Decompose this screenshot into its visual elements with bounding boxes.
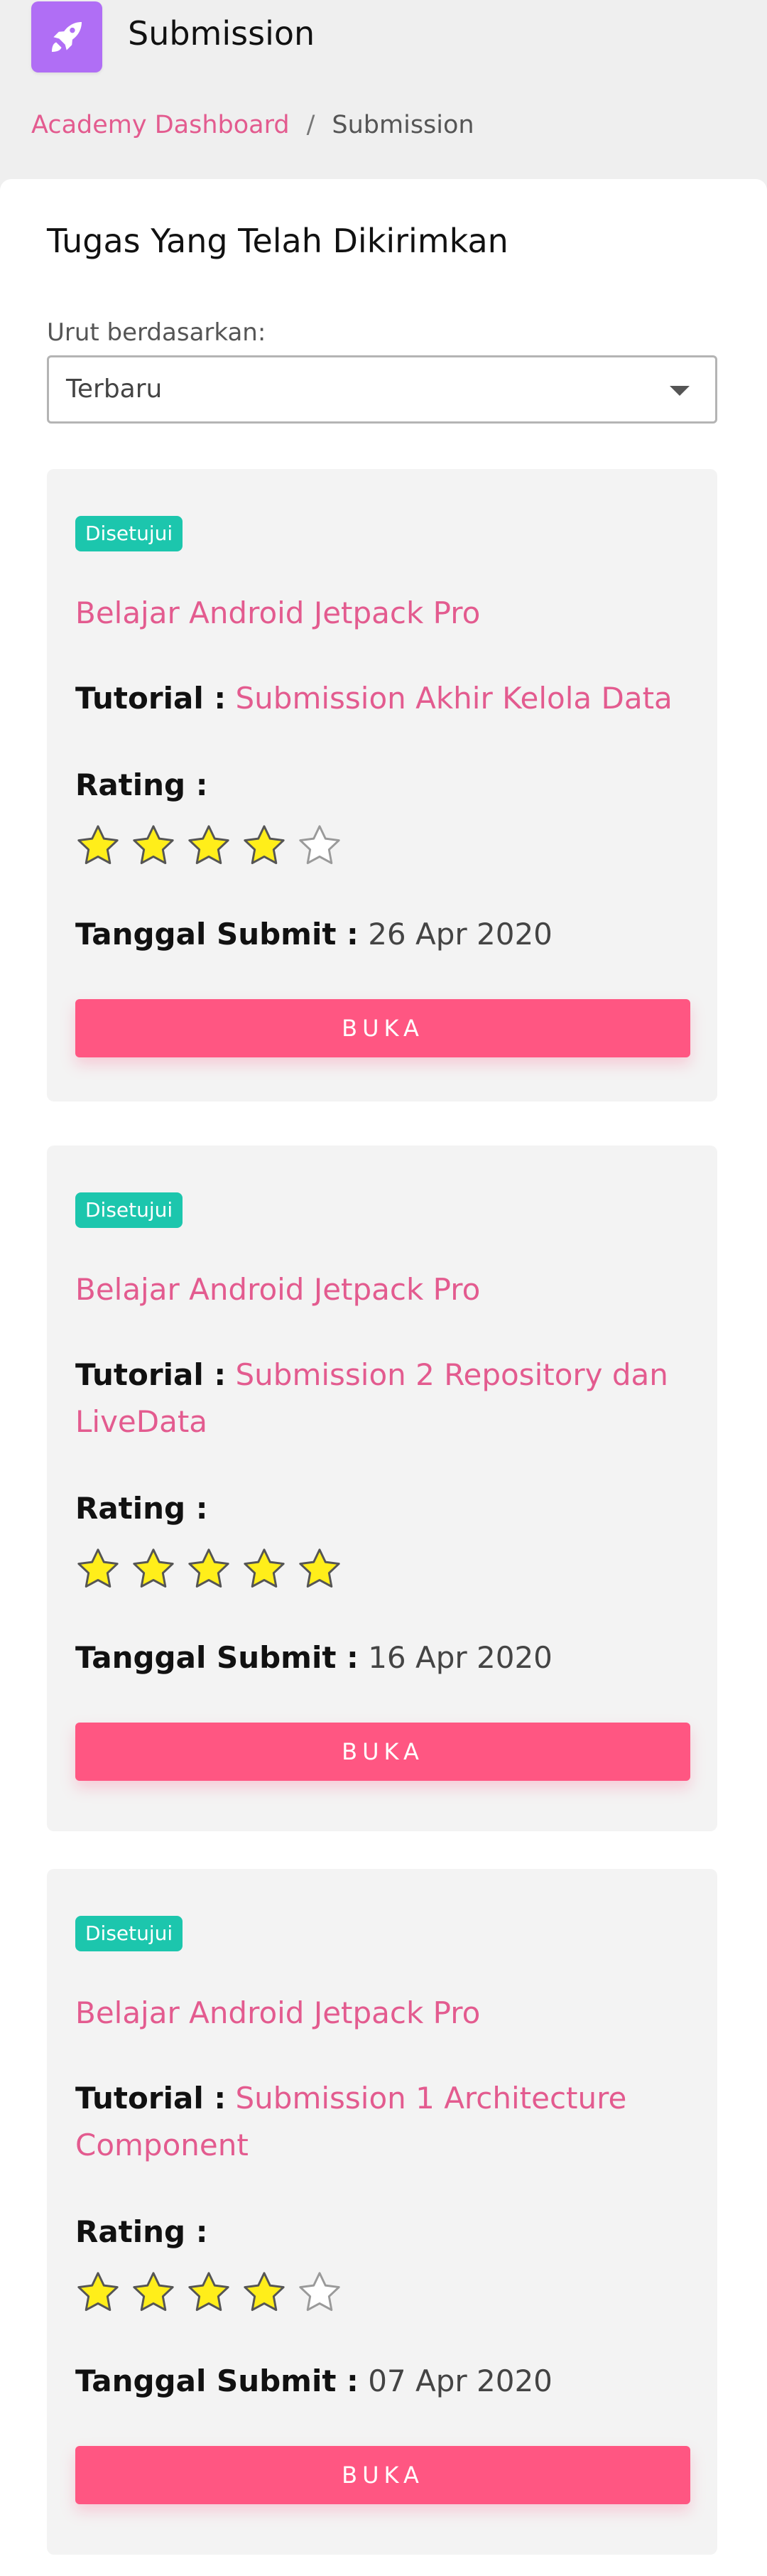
rocket-icon [31,1,102,72]
course-link[interactable]: Belajar Android Jetpack Pro [75,1995,480,2030]
star-filled-icon [186,2270,232,2315]
tutorial-label: Tutorial : [75,1357,227,1392]
course-link[interactable]: Belajar Android Jetpack Pro [75,1272,480,1307]
tutorial-line: Tutorial : Submission 1 Architecture Com… [75,2075,686,2169]
star-filled-icon [75,2270,121,2315]
submit-date-value: 26 Apr 2020 [368,917,553,952]
open-button[interactable]: BUKA [75,2446,690,2504]
breadcrumb-dashboard-link[interactable]: Academy Dashboard [31,111,290,139]
tutorial-label: Tutorial : [75,681,227,716]
course-link[interactable]: Belajar Android Jetpack Pro [75,596,480,630]
rating-stars [75,2270,342,2315]
submit-date-label: Tanggal Submit : [75,2364,359,2398]
section-title: Tugas Yang Telah Dikirimkan [47,222,508,260]
tutorial-line: Tutorial : Submission Akhir Kelola Data [75,675,686,722]
submission-card: Disetujui Belajar Android Jetpack Pro Tu… [47,1869,717,2555]
star-filled-icon [131,1546,176,1592]
star-empty-icon [297,823,342,868]
status-badge: Disetujui [75,1916,183,1951]
sort-select[interactable]: Terbaru [47,355,717,424]
star-filled-icon [131,2270,176,2315]
app-header: Submission Academy Dashboard / Submissio… [0,0,767,178]
star-filled-icon [241,1546,287,1592]
star-filled-icon [297,1546,342,1592]
breadcrumb: Academy Dashboard / Submission [31,111,474,139]
star-filled-icon [241,2270,287,2315]
submit-date-line: Tanggal Submit : 07 Apr 2020 [75,2364,553,2398]
rating-stars [75,823,342,868]
submit-date-line: Tanggal Submit : 26 Apr 2020 [75,917,553,952]
rating-label: Rating : [75,1491,208,1526]
submit-date-value: 07 Apr 2020 [368,2364,553,2398]
tutorial-line: Tutorial : Submission 2 Repository dan L… [75,1352,686,1445]
tutorial-link[interactable]: Submission Akhir Kelola Data [236,681,673,716]
breadcrumb-separator: / [306,111,315,139]
status-badge: Disetujui [75,1192,183,1228]
submission-card: Disetujui Belajar Android Jetpack Pro Tu… [47,1146,717,1831]
page-title: Submission [128,14,315,53]
sort-label: Urut berdasarkan: [47,318,266,347]
status-badge: Disetujui [75,516,183,551]
submit-date-label: Tanggal Submit : [75,1640,359,1675]
star-filled-icon [186,1546,232,1592]
submit-date-value: 16 Apr 2020 [368,1640,553,1675]
star-filled-icon [131,823,176,868]
rating-label: Rating : [75,2214,208,2249]
open-button[interactable]: BUKA [75,999,690,1057]
rating-stars [75,1546,342,1592]
star-filled-icon [186,823,232,868]
chevron-down-icon [670,386,690,396]
star-filled-icon [75,1546,121,1592]
submission-card: Disetujui Belajar Android Jetpack Pro Tu… [47,469,717,1101]
tutorial-label: Tutorial : [75,2081,227,2116]
sort-selected-value: Terbaru [66,374,163,404]
star-filled-icon [241,823,287,868]
star-filled-icon [75,823,121,868]
open-button[interactable]: BUKA [75,1723,690,1781]
star-empty-icon [297,2270,342,2315]
rating-label: Rating : [75,767,208,802]
breadcrumb-current: Submission [332,111,474,139]
submission-panel: Tugas Yang Telah Dikirimkan Urut berdasa… [0,179,767,2576]
submit-date-label: Tanggal Submit : [75,917,359,952]
submit-date-line: Tanggal Submit : 16 Apr 2020 [75,1640,553,1675]
